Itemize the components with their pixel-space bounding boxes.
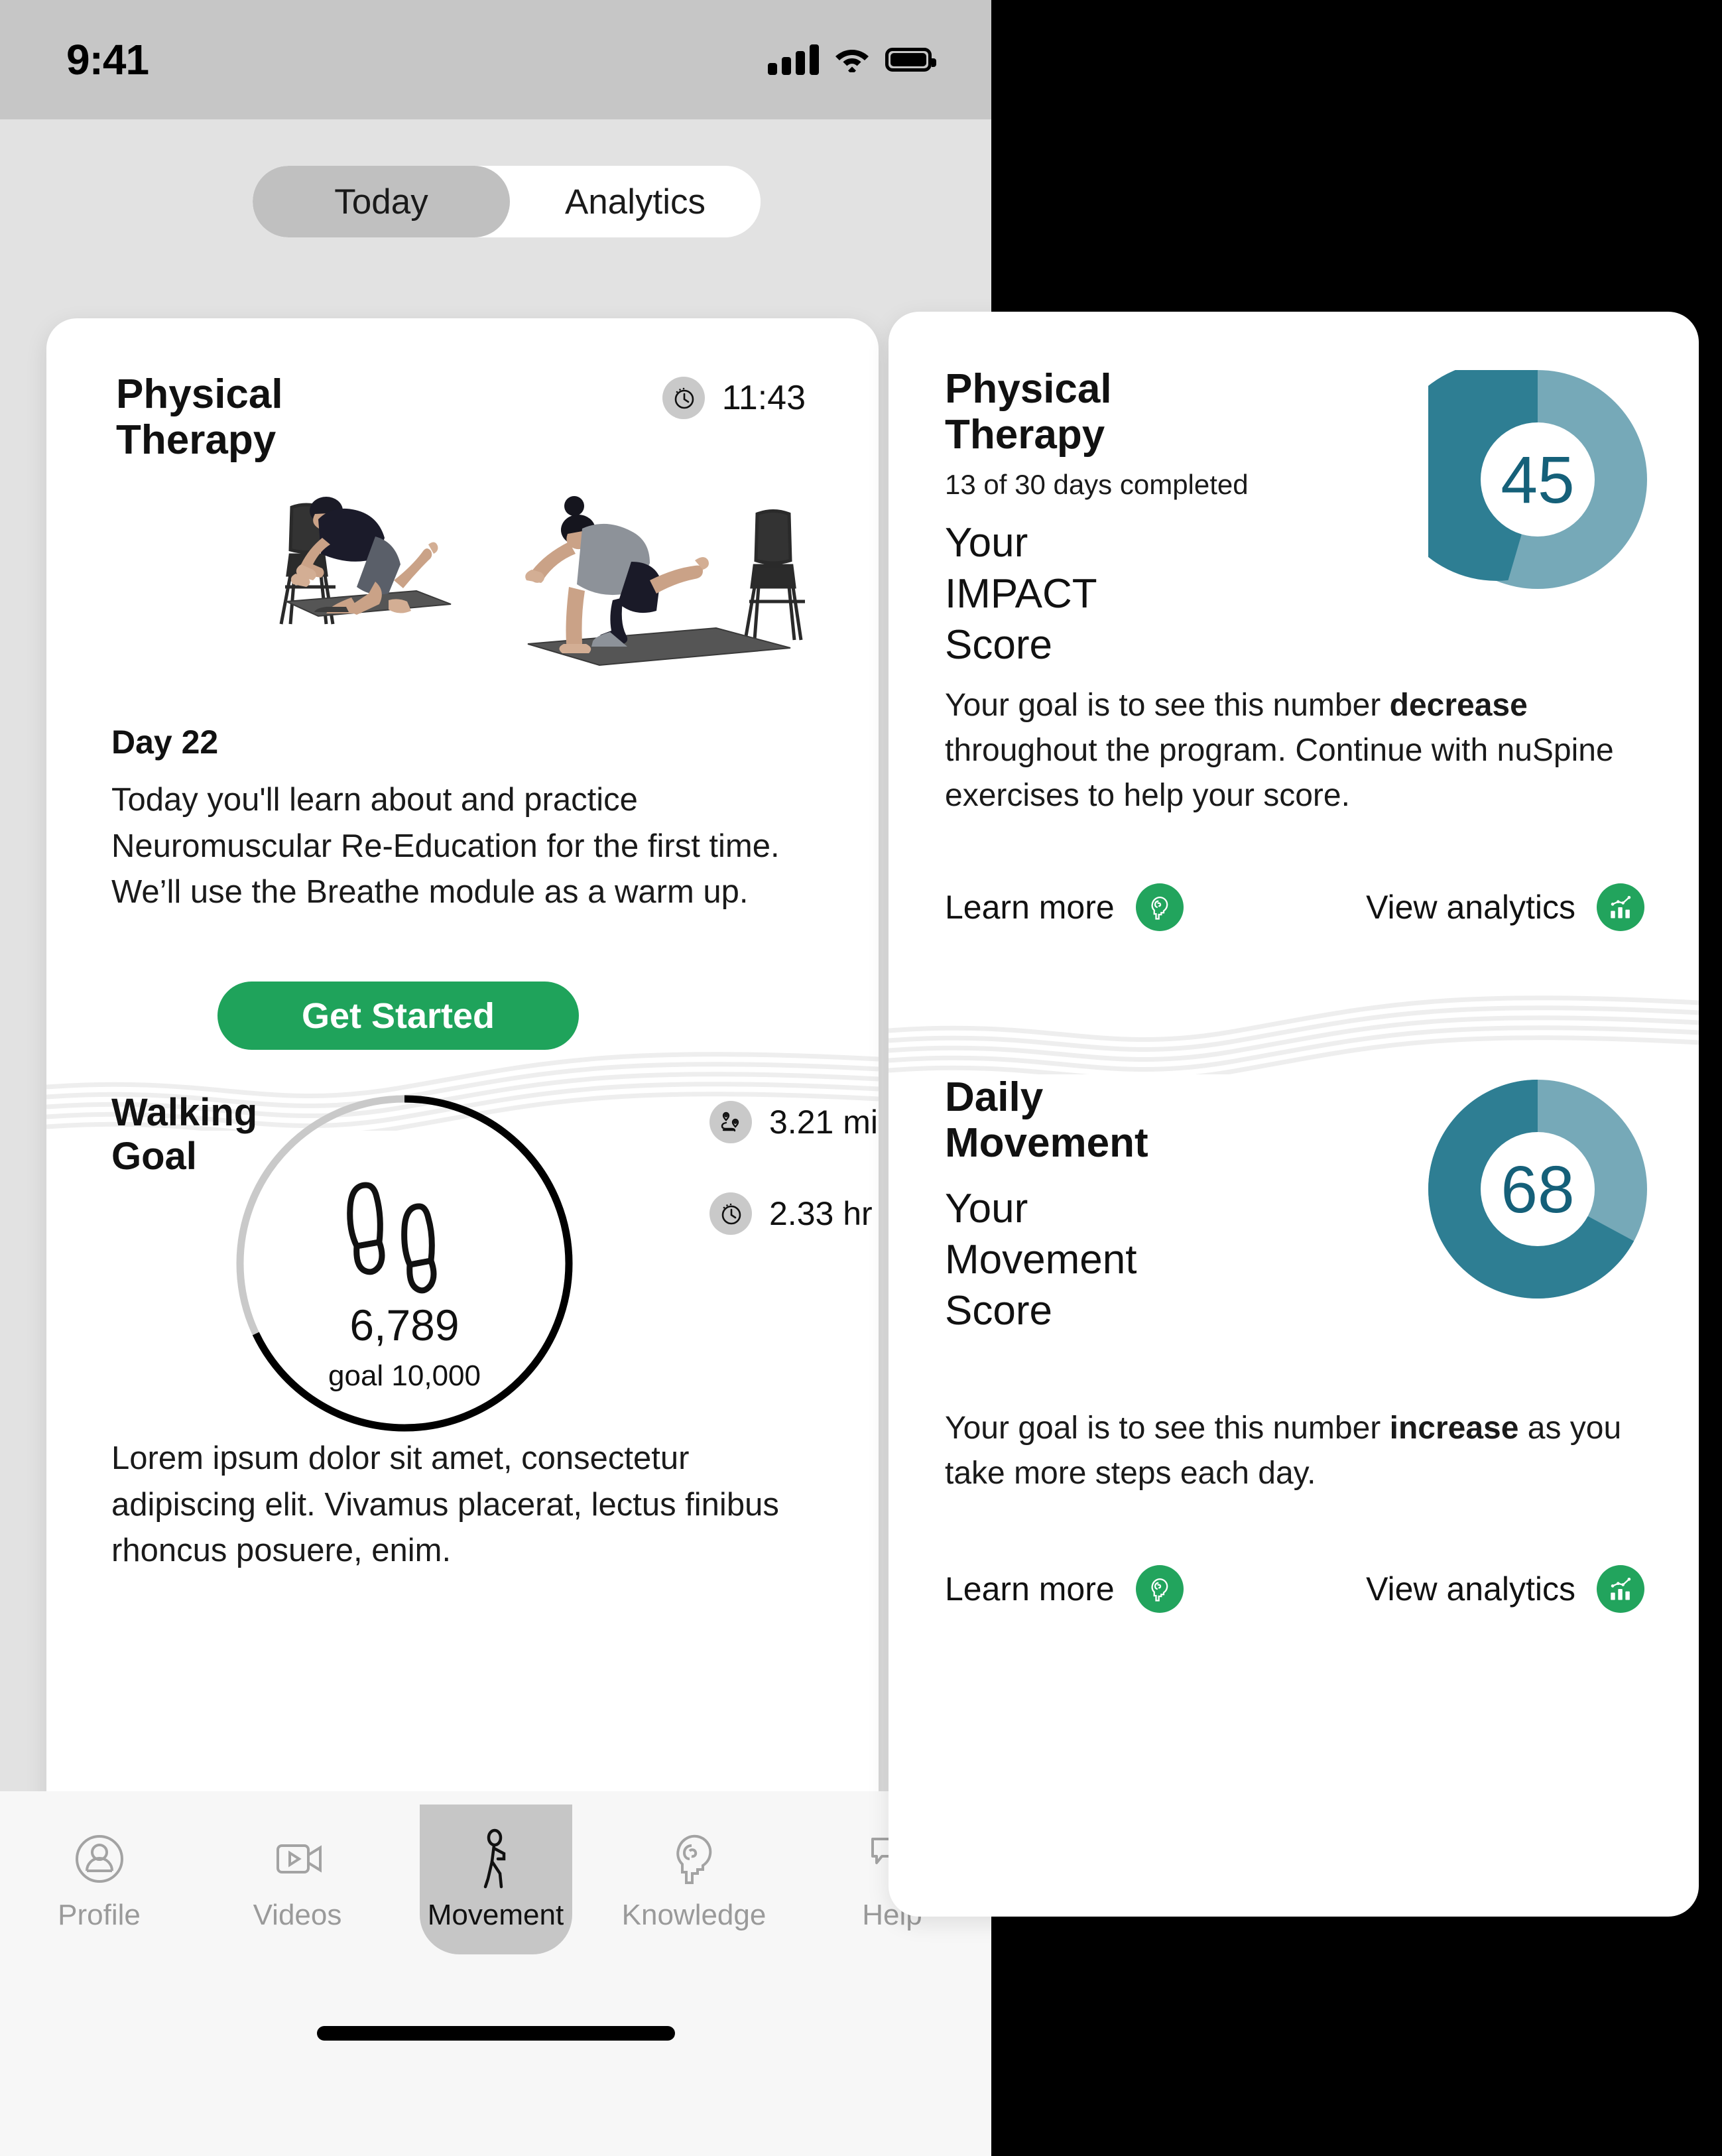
tab-videos-label: Videos [253,1899,342,1931]
impact-learn-more-label: Learn more [945,889,1115,926]
movement-description-pre: Your goal is to see this number [945,1411,1390,1446]
movement-learn-more-label: Learn more [945,1570,1115,1608]
walking-description: Lorem ipsum dolor sit amet, consectetur … [111,1440,779,1569]
bar-chart-icon[interactable] [1597,1565,1644,1613]
impact-score-label: Your IMPACT Score [945,518,1249,671]
pt-title-line1: Physical [116,371,283,417]
stat-duration-value: 2.33 hr [769,1195,873,1232]
brain-head-icon[interactable] [1135,1565,1184,1613]
day-label: Day 22 [111,724,219,761]
impact-description: Your goal is to see this number decrease… [945,683,1634,818]
tab-movement[interactable]: Movement [419,1805,572,1954]
impact-description-pre: Your goal is to see this number [945,688,1390,723]
impact-score-value: 45 [1501,443,1574,517]
brain-head-icon[interactable] [1135,883,1184,931]
phone-frame: 9:41 Today Analytics Physical Therapy 11… [0,0,991,2156]
movement-score-label-line2: Movement [945,1236,1137,1283]
impact-score-label-line2: IMPACT [945,570,1097,617]
tab-knowledge-label: Knowledge [621,1899,767,1931]
impact-days-completed: 13 of 30 days completed [945,468,1249,500]
movement-view-analytics-label: View analytics [1366,1570,1575,1608]
impact-view-analytics-action[interactable]: View analytics [1366,883,1644,931]
status-bar-time: 9:41 [66,36,149,84]
movement-actions: Learn more View analytics [945,1565,1644,1613]
impact-score-donut: 45 [1386,361,1647,589]
stat-duration: 2.33 hr [709,1192,878,1235]
tab-knowledge[interactable]: Knowledge [618,1805,770,1954]
timer-icon [709,1192,752,1235]
tab-profile[interactable]: Profile [23,1805,176,1954]
wifi-icon [833,44,871,76]
impact-score-label-line1: Your [945,519,1028,566]
movement-description-emphasis: increase [1389,1411,1519,1446]
analytics-card: Physical Therapy 13 of 30 days completed… [889,312,1699,1917]
movement-score-label-line3: Score [945,1287,1052,1334]
walking-stats: 3.21 mi 2.33 hr [709,1101,878,1284]
tab-analytics[interactable]: Analytics [510,166,761,237]
video-camera-icon [265,1823,331,1895]
movement-description: Your goal is to see this number increase… [945,1406,1634,1496]
exercise-illustration [252,481,835,686]
stat-distance-value: 3.21 mi [769,1104,878,1141]
movement-view-analytics-action[interactable]: View analytics [1366,1565,1644,1613]
brain-head-icon [661,1823,727,1895]
walking-step-count: 6,789 [349,1300,460,1350]
impact-view-analytics-label: View analytics [1366,889,1575,926]
movement-score-donut: 68 [1428,1080,1647,1299]
bottom-tab-bar: Profile Videos Movement Knowledge Help [0,1791,991,2076]
daily-movement-section: Daily Movement Your Movement Score 68 Yo… [889,1074,1699,1917]
pt-duration-value: 11:43 [721,379,806,417]
stat-distance: 3.21 mi [709,1101,878,1143]
timer-icon [662,377,705,419]
footsteps-icon [347,1182,437,1294]
today-card: Physical Therapy 11:43 Day 22 Today you'… [46,318,879,1917]
movement-learn-more-action[interactable]: Learn more [945,1565,1184,1613]
tab-profile-label: Profile [58,1899,141,1931]
view-segmented-control[interactable]: Today Analytics [253,166,761,237]
movement-header: Daily Movement Your Movement Score [945,1074,1148,1337]
impact-title-line2: Therapy [945,412,1105,458]
pt-duration: 11:43 [662,377,806,419]
movement-title-line2: Movement [945,1120,1148,1167]
pt-description: Today you'll learn about and practice Ne… [111,782,780,911]
person-circle-icon [66,1823,133,1895]
home-indicator[interactable] [316,2026,675,2041]
battery-icon [885,48,936,72]
wave-divider [889,975,1699,1082]
screen-root: 9:41 Today Analytics Physical Therapy 11… [0,0,1722,2156]
impact-description-post: throughout the program. Continue with nu… [945,733,1614,814]
impact-score-label-line3: Score [945,621,1052,668]
status-bar-icons [768,44,936,76]
impact-description-emphasis: decrease [1389,688,1528,723]
impact-title-line1: Physical [945,366,1112,412]
tab-videos[interactable]: Videos [221,1805,374,1954]
movement-title-line1: Daily [945,1074,1044,1120]
impact-actions: Learn more View analytics [945,883,1644,931]
impact-learn-more-action[interactable]: Learn more [945,883,1184,931]
walking-person-icon [463,1823,529,1895]
tab-today[interactable]: Today [253,166,510,237]
physical-therapy-header: Physical Therapy [116,371,283,464]
impact-header: Physical Therapy 13 of 30 days completed… [945,366,1249,671]
walking-goal-target: goal 10,000 [328,1360,481,1392]
pt-title-line2: Therapy [116,417,277,464]
signal-icon [768,44,819,75]
movement-score-label: Your Movement Score [945,1184,1148,1337]
bar-chart-icon[interactable] [1597,883,1644,931]
movement-score-value: 68 [1501,1153,1574,1227]
tab-movement-label: Movement [427,1899,564,1931]
movement-score-label-line1: Your [945,1185,1028,1232]
route-icon [709,1101,752,1143]
status-bar: 9:41 [0,0,991,119]
